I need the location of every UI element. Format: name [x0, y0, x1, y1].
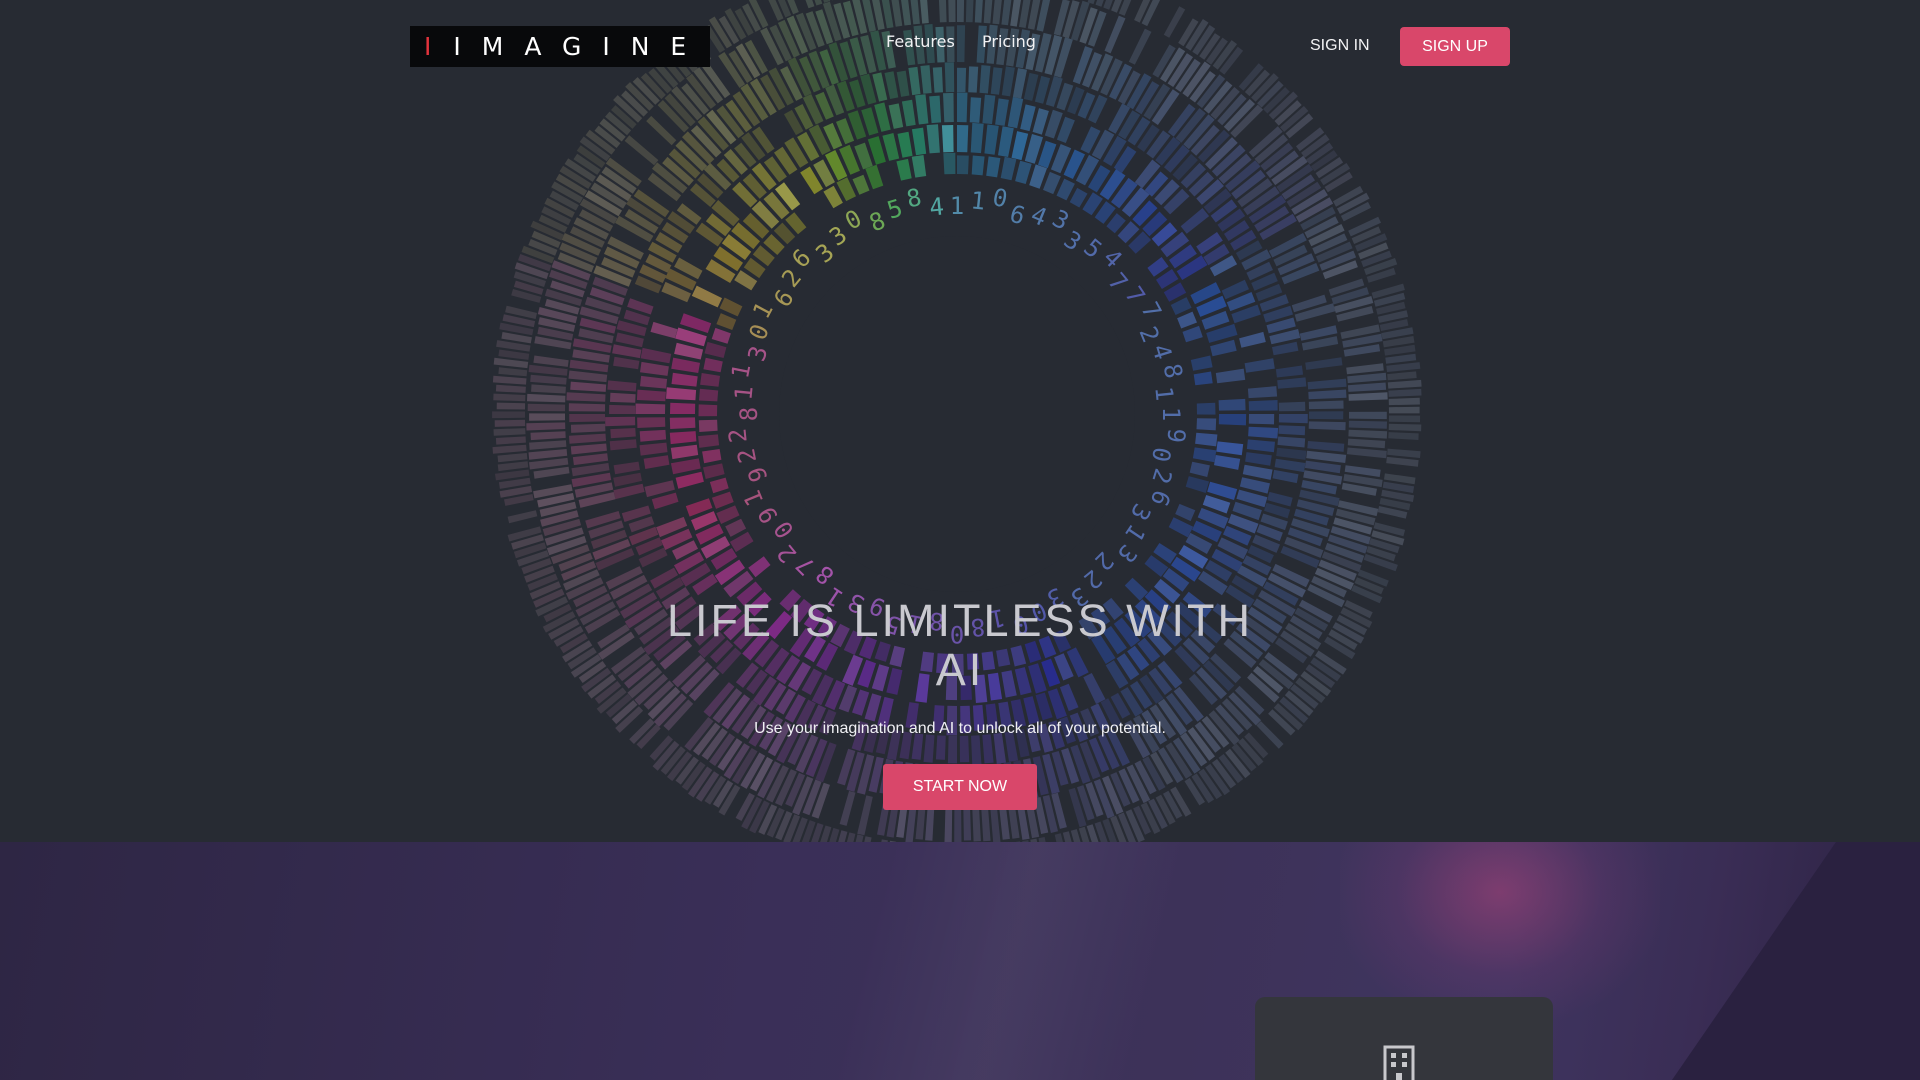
top-navbar: I IMAGINE Features Pricing SIGN IN SIGN U…	[0, 0, 1920, 92]
hero-subtext: Use your imagination and AI to unlock al…	[754, 720, 1166, 737]
svg-text:2: 2	[1146, 465, 1177, 487]
svg-text:4: 4	[1027, 201, 1051, 232]
svg-text:8: 8	[904, 183, 924, 213]
svg-text:2: 2	[732, 446, 762, 466]
svg-text:0: 0	[990, 183, 1010, 213]
svg-text:8: 8	[735, 407, 763, 421]
svg-text:5: 5	[884, 194, 906, 225]
svg-text:9: 9	[1161, 427, 1190, 444]
svg-text:1: 1	[738, 486, 769, 510]
svg-text:1: 1	[1149, 385, 1178, 402]
svg-text:8: 8	[865, 206, 889, 237]
logo-accent: I	[424, 32, 453, 61]
nav-link-features[interactable]: Features	[886, 32, 955, 51]
features-slant-panel	[1672, 842, 1920, 1080]
logo[interactable]: I IMAGINE	[410, 26, 710, 67]
svg-text:0: 0	[744, 320, 775, 344]
svg-text:1: 1	[729, 384, 758, 401]
svg-text:1: 1	[950, 192, 964, 220]
svg-text:2: 2	[1133, 322, 1164, 346]
svg-text:7: 7	[1135, 297, 1167, 323]
sign-up-button[interactable]: SIGN UP	[1400, 27, 1510, 66]
hero-data-wheel-image: 1 1 06433547772481190263132233001808159318…	[492, 0, 1422, 842]
feature-card	[1255, 997, 1553, 1080]
features-light-beam	[830, 842, 1190, 1080]
svg-text:9: 9	[742, 463, 773, 485]
svg-text:1: 1	[1157, 407, 1185, 421]
hero-headline: LIFE IS LIMITLESS WITH AI	[666, 595, 1254, 695]
svg-text:4: 4	[1146, 341, 1177, 363]
start-now-button[interactable]: START NOW	[883, 764, 1037, 810]
svg-text:9: 9	[752, 502, 784, 528]
svg-text:0: 0	[840, 204, 866, 236]
sign-in-link[interactable]: SIGN IN	[1310, 37, 1370, 55]
logo-text: IMAGINE	[453, 32, 708, 61]
svg-text:4: 4	[928, 192, 945, 221]
svg-text:0: 0	[1146, 445, 1176, 465]
svg-text:3: 3	[742, 343, 773, 365]
svg-text:1: 1	[969, 186, 986, 215]
svg-text:6: 6	[1145, 486, 1176, 510]
svg-text:6: 6	[1006, 199, 1028, 230]
hero-section: 1106433547772481190263132233001808159318…	[0, 0, 1920, 842]
features-section	[0, 842, 1920, 1080]
svg-text:1: 1	[726, 361, 756, 381]
features-glow	[1340, 842, 1660, 1022]
svg-text:2: 2	[723, 427, 752, 444]
svg-text:8: 8	[1158, 361, 1188, 381]
nav-link-pricing[interactable]: Pricing	[982, 32, 1036, 51]
building-icon	[1383, 1045, 1415, 1080]
